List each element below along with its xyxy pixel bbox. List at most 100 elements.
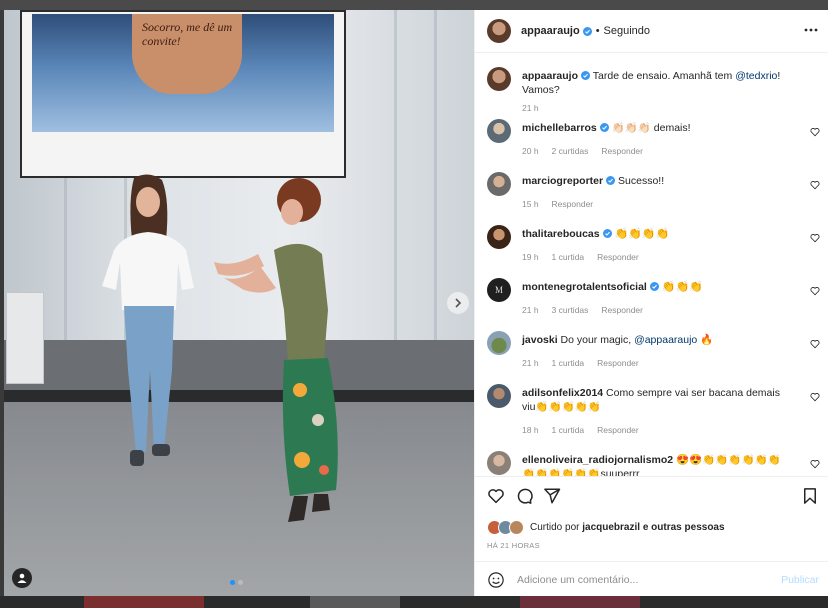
avatar[interactable] [487,19,511,43]
post-modal: Socorro, me dê um convite! appaaraujo • … [4,10,828,596]
verified-badge-icon [582,26,592,36]
avatar[interactable] [487,67,511,91]
reply-button[interactable]: Responder [601,146,643,156]
comment-text: 👏🏻👏🏻👏🏻 demais! [611,122,691,134]
comment-time: 21 h [522,305,539,315]
likes-others-link[interactable]: e outras pessoas [643,522,725,533]
comment-username[interactable]: montenegrotalentsoficial [522,281,647,293]
comment-likes[interactable]: 3 curtidas [552,305,589,315]
comment-username[interactable]: thalitareboucas [522,228,600,240]
comment-time: 18 h [522,425,539,435]
comment-meta: 20 h 2 curtidas Responder [522,146,643,156]
comment-text: Do your magic, [560,334,632,346]
likes-user-link[interactable]: jacquebrazil [582,522,640,533]
comments-feed[interactable]: appaaraujo Tarde de ensaio. Amanhã tem @… [475,53,828,476]
comment-time: 21 h [522,358,539,368]
projected-text: Socorro, me dê um convite! [142,20,233,48]
post-photo[interactable]: Socorro, me dê um convite! [4,10,474,596]
more-icon[interactable] [803,22,819,38]
avatar[interactable] [487,172,511,196]
verified-badge-icon [581,71,591,80]
share-icon[interactable] [543,487,561,505]
reply-button[interactable]: Responder [597,358,639,368]
post-actions: Curtido por jacquebrazil e outras pessoa… [475,476,828,596]
heart-icon[interactable] [810,339,820,349]
chevron-right-icon [455,298,462,308]
comment-time: 20 h [522,146,539,156]
comment-meta: 18 h 1 curtida Responder [522,425,639,435]
comment-text: 👏👏👏 [661,281,703,293]
comment-likes[interactable]: 1 curtida [552,358,585,368]
avatar[interactable] [487,331,511,355]
caption-mention-link[interactable]: @tedxrio [735,70,777,82]
avatar[interactable] [487,225,511,249]
avatar[interactable]: M [487,278,511,302]
comment-icon[interactable] [515,487,533,505]
carousel-dot-active [230,580,235,585]
post-header: appaaraujo • Seguindo [475,10,828,53]
verified-badge-icon [606,176,616,185]
heart-icon[interactable] [810,392,820,402]
carousel-next-button[interactable] [447,292,469,314]
carousel-dot [238,580,243,585]
bookmark-icon[interactable] [801,487,819,505]
avatar [509,520,524,535]
comment-time: 19 h [522,252,539,262]
comment-username[interactable]: ellenoliveira_radiojornalismo2 [522,454,673,466]
likes-prefix: Curtido por [530,522,580,533]
likes-summary: Curtido por jacquebrazil e outras pessoa… [487,520,725,535]
comment-body: javoski Do your magic, @appaaraujo 🔥 [522,333,792,347]
brand-logo: M [494,285,503,295]
person-left [102,174,194,466]
heart-icon[interactable] [810,180,820,190]
emoji-icon[interactable] [487,571,505,589]
reply-button[interactable]: Responder [597,252,639,262]
user-tag-button[interactable] [12,568,32,588]
avatar[interactable] [487,119,511,143]
reply-button[interactable]: Responder [552,199,594,209]
comment-body: adilsonfelix2014 Como sempre vai ser bac… [522,386,784,414]
author-username[interactable]: appaaraujo [521,25,580,37]
heart-icon[interactable] [487,487,505,505]
background-thumbnail [520,596,640,608]
caption-meta: 21 h [522,103,539,113]
comment-meta: 21 h 3 curtidas Responder [522,305,643,315]
publish-button[interactable]: Publicar [781,574,819,586]
background-strip-bottom [0,596,828,608]
post-timestamp[interactable]: HÁ 21 HORAS [487,541,540,550]
background-thumbnail [84,596,204,608]
user-tag-icon [17,573,27,583]
heart-icon[interactable] [810,233,820,243]
follow-status-button[interactable]: Seguindo [604,25,651,37]
photo-curtain-fold [434,10,437,355]
reply-button[interactable]: Responder [601,305,643,315]
comment-username[interactable]: adilsonfelix2014 [522,387,603,399]
person-right [214,178,338,522]
background-thumbnail [310,596,400,608]
comment-composer: Publicar [475,561,828,596]
comment-mention-link[interactable]: @appaaraujo [634,334,697,346]
comment-likes[interactable]: 1 curtida [552,425,585,435]
comment-meta: 19 h 1 curtida Responder [522,252,639,262]
comment-username[interactable]: javoski [522,334,558,346]
comment-likes[interactable]: 2 curtidas [552,146,589,156]
liker-avatars [487,520,524,535]
heart-icon[interactable] [810,459,820,469]
verified-badge-icon [649,282,659,291]
projector-screen: Socorro, me dê um convite! [20,10,346,178]
caption-text: Tarde de ensaio. Amanhã tem [592,70,733,82]
caption-username[interactable]: appaaraujo [522,70,578,82]
comment-username[interactable]: marciogreporter [522,175,603,187]
photo-drawer-unit [6,292,44,384]
comment-input[interactable] [515,573,759,587]
comment-meta: 15 h Responder [522,199,593,209]
avatar[interactable] [487,384,511,408]
comment-likes[interactable]: 1 curtida [552,252,585,262]
avatar[interactable] [487,451,511,475]
heart-icon[interactable] [810,286,820,296]
comment-body: marciogreporter Sucesso!! [522,174,792,188]
comment-username[interactable]: michellebarros [522,122,597,134]
heart-icon[interactable] [810,127,820,137]
comment-body: ellenoliveira_radiojornalismo2 😍😍👏👏👏👏👏👏👏… [522,453,784,476]
reply-button[interactable]: Responder [597,425,639,435]
